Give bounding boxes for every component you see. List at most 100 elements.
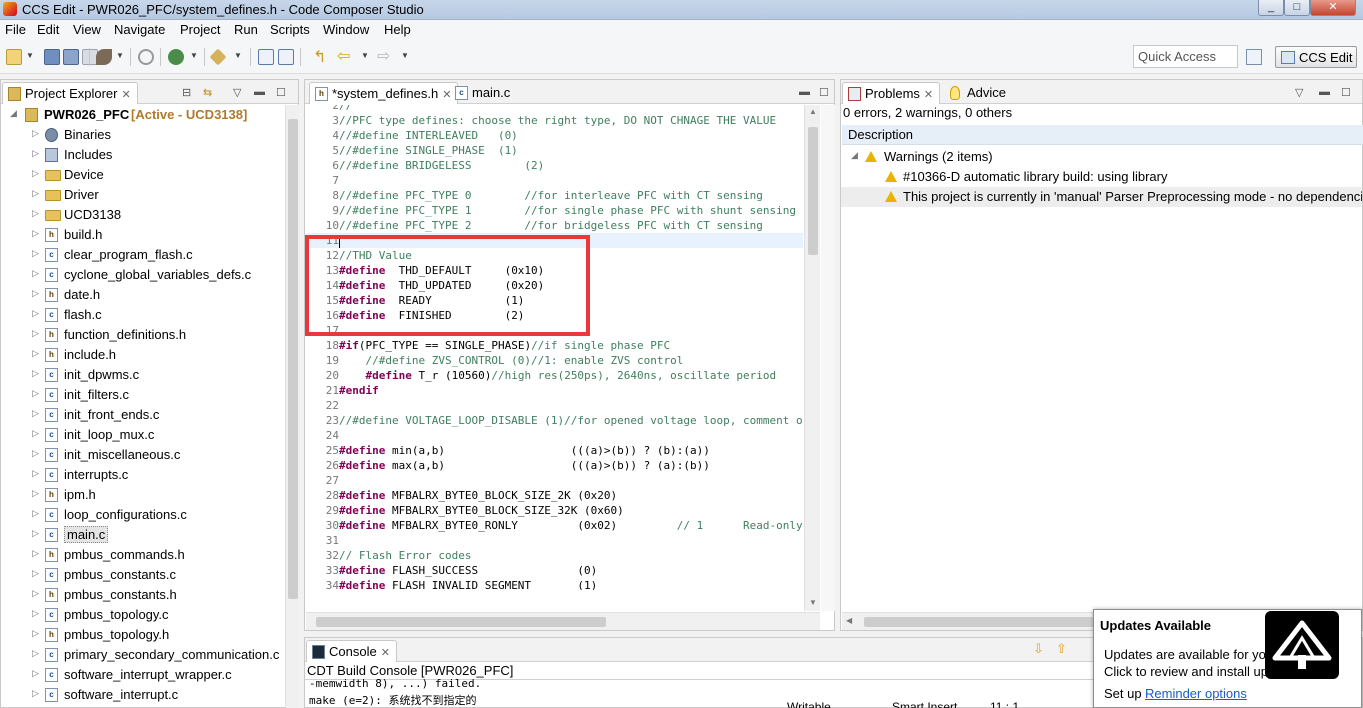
tree-item[interactable]: ▷ h date.h [1,285,285,305]
tree-item[interactable]: ▷ c init_filters.c [1,385,285,405]
collapsed-arrow-icon[interactable]: ▷ [32,528,39,539]
code-line[interactable]: 18#if(PFC_TYPE == SINGLE_PHASE)//if sing… [306,338,803,353]
explorer-scroll-thumb[interactable] [288,119,298,599]
warning-item[interactable]: This project is currently in 'manual' Pa… [841,187,1362,207]
editor-hscroll-thumb[interactable] [316,617,606,627]
menu-edit[interactable]: Edit [37,22,59,37]
expanded-arrow-icon[interactable]: ◢ [851,150,858,161]
collapsed-arrow-icon[interactable]: ▷ [32,288,39,299]
tree-item[interactable]: ▷ h function_definitions.h [1,325,285,345]
code-line[interactable]: 34#define FLASH_INVALID_SEGMENT (1) [306,578,803,590]
editor-vscrollbar[interactable]: ▲ ▼ [804,105,820,611]
description-column-header[interactable]: Description [842,125,1363,145]
collapsed-arrow-icon[interactable]: ▷ [32,648,39,659]
collapsed-arrow-icon[interactable]: ▷ [32,128,39,139]
save-all-icon[interactable] [63,49,79,65]
code-line[interactable]: 6//#define BRIDGELESS (2) [306,158,803,173]
maximize-button[interactable]: □ [1284,0,1310,16]
collapsed-arrow-icon[interactable]: ▷ [32,448,39,459]
collapsed-arrow-icon[interactable]: ▷ [32,388,39,399]
editor-hscrollbar[interactable] [306,612,820,630]
collapse-all-icon[interactable]: ⊟ [182,86,191,99]
code-line[interactable]: 21#endif [306,383,803,398]
tree-item[interactable]: ▷ c loop_configurations.c [1,505,285,525]
collapsed-arrow-icon[interactable]: ▷ [32,408,39,419]
terminal-icon[interactable] [258,49,274,65]
maximize-view-icon[interactable]: ☐ [276,86,286,99]
debug-bug-icon[interactable] [168,49,184,65]
collapsed-arrow-icon[interactable]: ▷ [32,668,39,679]
tree-item[interactable]: ▷ c software_interrupt_wrapper.c [1,665,285,685]
warnings-group[interactable]: ◢ Warnings (2 items) [841,147,1362,167]
code-line[interactable]: 23//#define VOLTAGE_LOOP_DISABLE (1)//fo… [306,413,803,428]
build-dropdown-icon[interactable]: ▼ [116,51,124,60]
tab-console[interactable]: Console ✕ [306,640,397,662]
tree-item[interactable]: ▷ Driver [1,185,285,205]
tree-item[interactable]: ▷ Includes [1,145,285,165]
tree-item[interactable]: ▷ c init_dpwms.c [1,365,285,385]
collapsed-arrow-icon[interactable]: ▷ [32,248,39,259]
new-icon[interactable] [6,49,22,65]
minimize-view-icon[interactable]: ▬ [1319,86,1330,98]
perspective-ccs-edit-button[interactable]: CCS Edit [1275,46,1357,68]
new-dropdown-icon[interactable]: ▼ [26,51,34,60]
collapsed-arrow-icon[interactable]: ▷ [32,308,39,319]
maximize-view-icon[interactable]: ☐ [1341,86,1351,99]
code-line[interactable]: 30#define MFBALRX_BYTE0_RONLY (0x02) // … [306,518,803,533]
code-line[interactable]: 26#define max(a,b) (((a)>(b)) ? (a):(b)) [306,458,803,473]
open-perspective-icon[interactable] [1246,49,1262,65]
project-root[interactable]: ◢ PWR026_PFC [Active - UCD3138] [1,105,285,125]
collapsed-arrow-icon[interactable]: ▷ [32,188,39,199]
tree-item[interactable]: ▷ h pmbus_commands.h [1,545,285,565]
collapsed-arrow-icon[interactable]: ▷ [32,368,39,379]
menu-view[interactable]: View [73,22,101,37]
tab-main-c[interactable]: c main.c [450,82,516,104]
menu-file[interactable]: File [5,22,26,37]
tree-item[interactable]: ▷ c cyclone_global_variables_defs.c [1,265,285,285]
code-line[interactable]: 29#define MFBALRX_BYTE0_BLOCK_SIZE_32K (… [306,503,803,518]
code-line[interactable]: 24 [306,428,803,443]
tree-item[interactable]: ▷ h build.h [1,225,285,245]
tree-item[interactable]: ▷ c init_loop_mux.c [1,425,285,445]
tab-advice[interactable]: Advice [945,82,1012,104]
tree-item[interactable]: ▷ Binaries [1,125,285,145]
code-line[interactable]: 32// Flash Error codes [306,548,803,563]
tree-item[interactable]: ▷ c main.c [1,525,285,545]
code-line[interactable]: 10//#define PFC_TYPE 2 //for bridgeless … [306,218,803,233]
collapsed-arrow-icon[interactable]: ▷ [32,548,39,559]
tree-item[interactable]: ▷ c primary_secondary_communication.c [1,645,285,665]
tree-item[interactable]: ▷ h pmbus_constants.h [1,585,285,605]
code-line[interactable]: 25#define min(a,b) (((a)>(b)) ? (b):(a)) [306,443,803,458]
flash-dropdown-icon[interactable]: ▼ [234,51,242,60]
menu-help[interactable]: Help [384,22,411,37]
quick-access-input[interactable]: Quick Access [1133,45,1238,68]
menu-run[interactable]: Run [234,22,258,37]
build-hammer-icon[interactable] [96,49,112,65]
code-line[interactable]: 22 [306,398,803,413]
editor-scroll-thumb[interactable] [808,127,818,255]
forward-dropdown-icon[interactable]: ▼ [401,51,409,60]
code-line[interactable]: 5//#define SINGLE_PHASE (1) [306,143,803,158]
close-tab-icon[interactable]: ✕ [381,647,390,659]
collapsed-arrow-icon[interactable]: ▷ [32,428,39,439]
menu-navigate[interactable]: Navigate [114,22,165,37]
tab-system-defines-h[interactable]: h *system_defines.h ✕ [309,82,459,104]
tree-item[interactable]: ▷ c interrupts.c [1,465,285,485]
close-button[interactable]: ✕ [1310,0,1356,16]
scroll-down-console-icon[interactable]: ⇩ [1033,641,1044,657]
code-line[interactable]: 28#define MFBALRX_BYTE0_BLOCK_SIZE_2K (0… [306,488,803,503]
tree-item[interactable]: ▷ h include.h [1,345,285,365]
tree-item[interactable]: ▷ UCD3138 [1,205,285,225]
back-arrow-icon[interactable]: ⇦ [337,46,350,66]
collapsed-arrow-icon[interactable]: ▷ [32,208,39,219]
maximize-view-icon[interactable]: ☐ [819,86,829,99]
back-dropdown-icon[interactable]: ▼ [361,51,369,60]
tree-item[interactable]: ▷ c init_miscellaneous.c [1,445,285,465]
code-line[interactable]: 33#define FLASH_SUCCESS (0) [306,563,803,578]
collapsed-arrow-icon[interactable]: ▷ [32,588,39,599]
menu-project[interactable]: Project [180,22,220,37]
minimize-view-icon[interactable]: ▬ [254,86,265,98]
link-editor-icon[interactable]: ⇆ [203,86,212,99]
scroll-up-icon[interactable]: ▲ [809,107,817,116]
tree-item[interactable]: ▷ c init_front_ends.c [1,405,285,425]
